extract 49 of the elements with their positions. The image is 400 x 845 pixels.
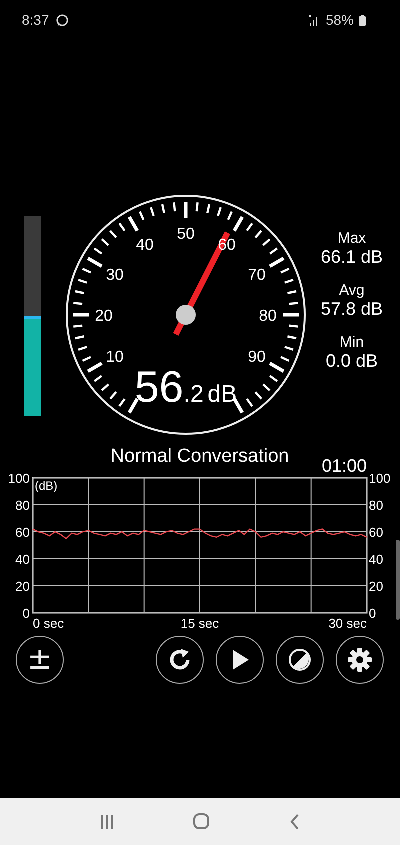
axis-label: 20 [369, 579, 384, 594]
stat-value: 57.8 dB [320, 299, 384, 320]
settings-icon [347, 647, 373, 673]
stat-label: Min [340, 334, 364, 351]
axis-label: 40 [369, 552, 384, 567]
axis-label: 15 sec [180, 616, 220, 631]
play-icon [230, 649, 250, 671]
theme-button[interactable] [276, 636, 324, 684]
axis-label: 20 [16, 579, 30, 594]
dial-label: 20 [95, 308, 113, 325]
dial-label: 50 [177, 226, 195, 243]
axis-label: 80 [369, 498, 384, 513]
recent-apps-icon[interactable] [99, 814, 116, 830]
clock: 8:37 [22, 12, 50, 28]
signal-icon [308, 14, 320, 26]
settings-button[interactable] [336, 636, 384, 684]
home-icon[interactable] [193, 813, 210, 830]
axis-label: 80 [16, 498, 30, 513]
stat-label: Avg [339, 282, 365, 299]
axis-label: 60 [369, 525, 384, 540]
decibel-reading: 56.2 dB [134, 363, 238, 413]
dial-label: 40 [136, 236, 154, 254]
half-circle-icon [288, 648, 312, 672]
stat-value: 0.0 dB [326, 351, 378, 372]
axis-label: 0 [22, 606, 30, 621]
axis-label: 0 [369, 606, 376, 621]
dial-label: 10 [106, 349, 124, 366]
axis-label: 100 [369, 471, 391, 486]
reset-button[interactable] [156, 636, 204, 684]
axis-label: 40 [16, 552, 30, 567]
axis-label: 60 [16, 525, 30, 540]
dial-label: 30 [106, 267, 124, 284]
axis-label: 30 sec [328, 616, 367, 631]
play-button[interactable] [216, 636, 264, 684]
dial-label: 80 [259, 308, 277, 325]
stat-value: 66.1 dB [320, 247, 384, 268]
plus-minus-button[interactable]: ± [16, 636, 64, 684]
timer: 01:00 [322, 456, 367, 477]
dial-label: 70 [248, 267, 266, 284]
battery-icon [359, 14, 366, 26]
axis-unit: (dB) [35, 479, 58, 493]
axis-label: 0 sec [33, 616, 64, 631]
dial-label: 90 [248, 349, 266, 366]
axis-label: 100 [8, 471, 30, 486]
chat-icon [56, 14, 70, 26]
stat-label: Max [338, 230, 366, 247]
noise-level-description: Normal Conversation [110, 446, 290, 468]
battery-percentage: 58% [326, 12, 354, 28]
back-icon[interactable] [288, 814, 301, 830]
